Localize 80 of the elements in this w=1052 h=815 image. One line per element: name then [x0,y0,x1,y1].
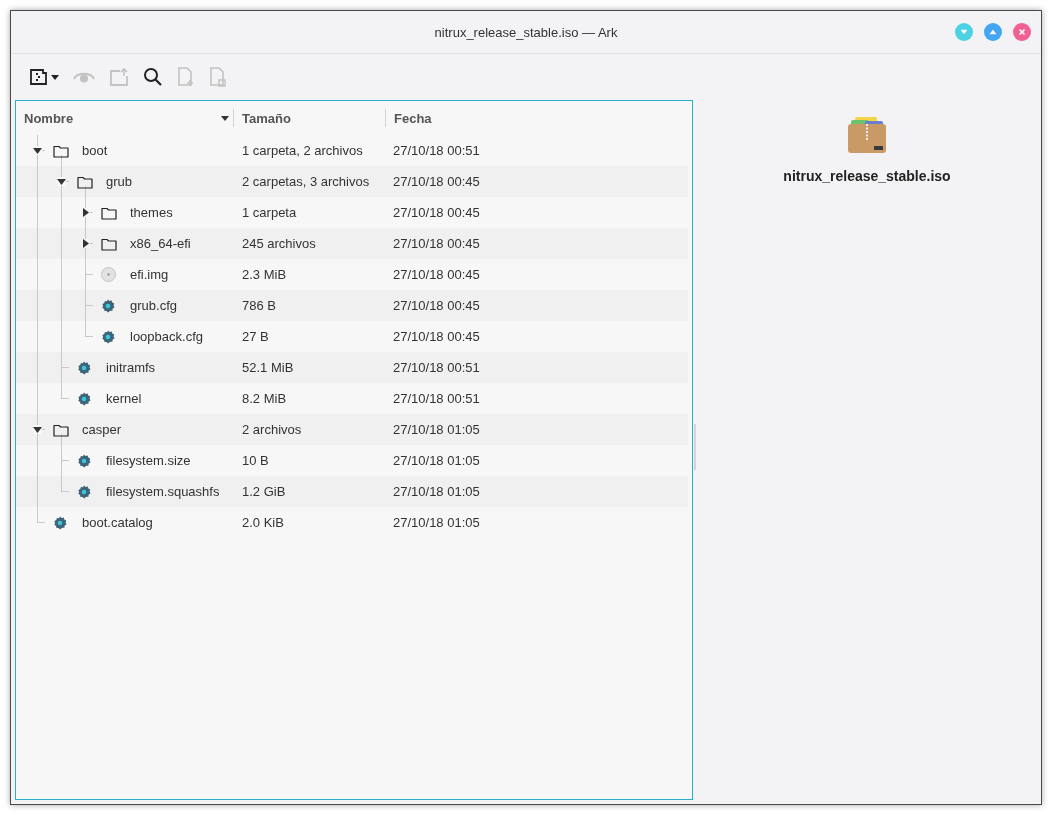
search-icon [143,67,163,87]
file-date: 27/10/18 01:05 [392,515,481,530]
file-date: 27/10/18 00:45 [392,205,481,220]
file-export-icon [109,67,129,87]
file-size: 2 archivos [241,422,303,437]
file-size: 2.0 KiB [241,515,285,530]
collapsed-arrow-icon[interactable] [81,208,90,217]
maximize-button[interactable] [984,23,1002,41]
folder-icon [53,422,69,437]
expanded-arrow-icon[interactable] [33,425,42,434]
file-date: 27/10/18 00:51 [392,360,481,375]
file-plus-icon [177,67,195,87]
file-name: filesystem.squashfs [106,484,220,499]
file-size: 786 B [241,298,277,313]
close-button[interactable] [1013,23,1031,41]
file-size: 245 archivos [241,236,317,251]
file-date: 27/10/18 00:45 [392,267,481,282]
file-date: 27/10/18 00:45 [392,236,481,251]
file-date: 27/10/18 00:45 [392,329,481,344]
folder-icon [53,143,69,158]
gear-icon [77,391,91,406]
file-size: 27 B [241,329,270,344]
gear-icon [101,298,115,313]
close-icon [1016,26,1028,38]
archive-file-name: nitrux_release_stable.iso [783,168,951,184]
gear-icon [53,515,67,530]
folder-icon [101,236,117,251]
file-date: 27/10/18 00:45 [392,298,481,313]
sort-caret-icon[interactable] [221,115,229,121]
file-size: 2 carpetas, 3 archivos [241,174,371,189]
file-date: 27/10/18 00:45 [392,174,481,189]
file-name: boot.catalog [82,515,153,530]
file-name: grub.cfg [130,298,177,313]
file-name: themes [130,205,173,220]
tree-row[interactable]: filesystem.squashfs 1.2 GiB 27/10/18 01:05 [16,476,688,507]
collapsed-arrow-icon[interactable] [81,239,90,248]
column-header[interactable]: Fecha [394,110,432,126]
file-name: efi.img [130,267,169,282]
gear-icon [77,484,91,499]
gear-icon [77,360,91,375]
expanded-arrow-icon[interactable] [57,177,66,186]
file-name: casper [82,422,122,437]
window-title: nitrux_release_stable.iso — Ark [434,24,618,40]
file-size: 1 carpeta [241,205,298,220]
file-date: 27/10/18 01:05 [392,484,481,499]
file-size: 52.1 MiB [241,360,295,375]
file-name: boot [82,143,108,158]
file-size: 10 B [241,453,270,468]
file-date: 27/10/18 01:05 [392,453,481,468]
file-date: 27/10/18 00:51 [392,391,481,406]
tree-row[interactable]: x86_64-efi 245 archivos 27/10/18 00:45 [16,228,688,259]
file-name: loopback.cfg [130,329,203,344]
folder-icon [77,174,93,189]
file-size: 1 carpeta, 2 archivos [241,143,364,158]
tree-row[interactable]: grub.cfg 786 B 27/10/18 00:45 [16,290,688,321]
eye-icon [73,70,95,84]
file-size: 1.2 GiB [241,484,287,499]
file-size: 2.3 MiB [241,267,288,282]
expanded-arrow-icon[interactable] [33,146,42,155]
tree-row[interactable]: casper 2 archivos 27/10/18 01:05 [16,414,688,445]
file-name: filesystem.size [106,453,191,468]
file-name: x86_64-efi [130,236,191,251]
file-size: 8.2 MiB [241,391,288,406]
file-name: kernel [106,391,142,406]
folder-icon [101,205,117,220]
archive-icon [29,67,49,87]
file-date: 27/10/18 01:05 [392,422,481,437]
file-delete-icon [209,67,227,87]
file-name: grub [106,174,133,189]
caret-icon [51,74,59,80]
gear-icon [77,453,91,468]
disc-icon [101,267,116,282]
archive-box-icon [847,116,887,154]
gear-icon [101,329,115,344]
tree-row[interactable]: grub 2 carpetas, 3 archivos 27/10/18 00:45 [16,166,688,197]
file-date: 27/10/18 00:51 [392,143,481,158]
column-header[interactable]: Tamaño [242,110,291,126]
file-name: initramfs [106,360,156,375]
tree-row[interactable]: initramfs 52.1 MiB 27/10/18 00:51 [16,352,688,383]
column-header[interactable]: Nombre [24,110,74,126]
